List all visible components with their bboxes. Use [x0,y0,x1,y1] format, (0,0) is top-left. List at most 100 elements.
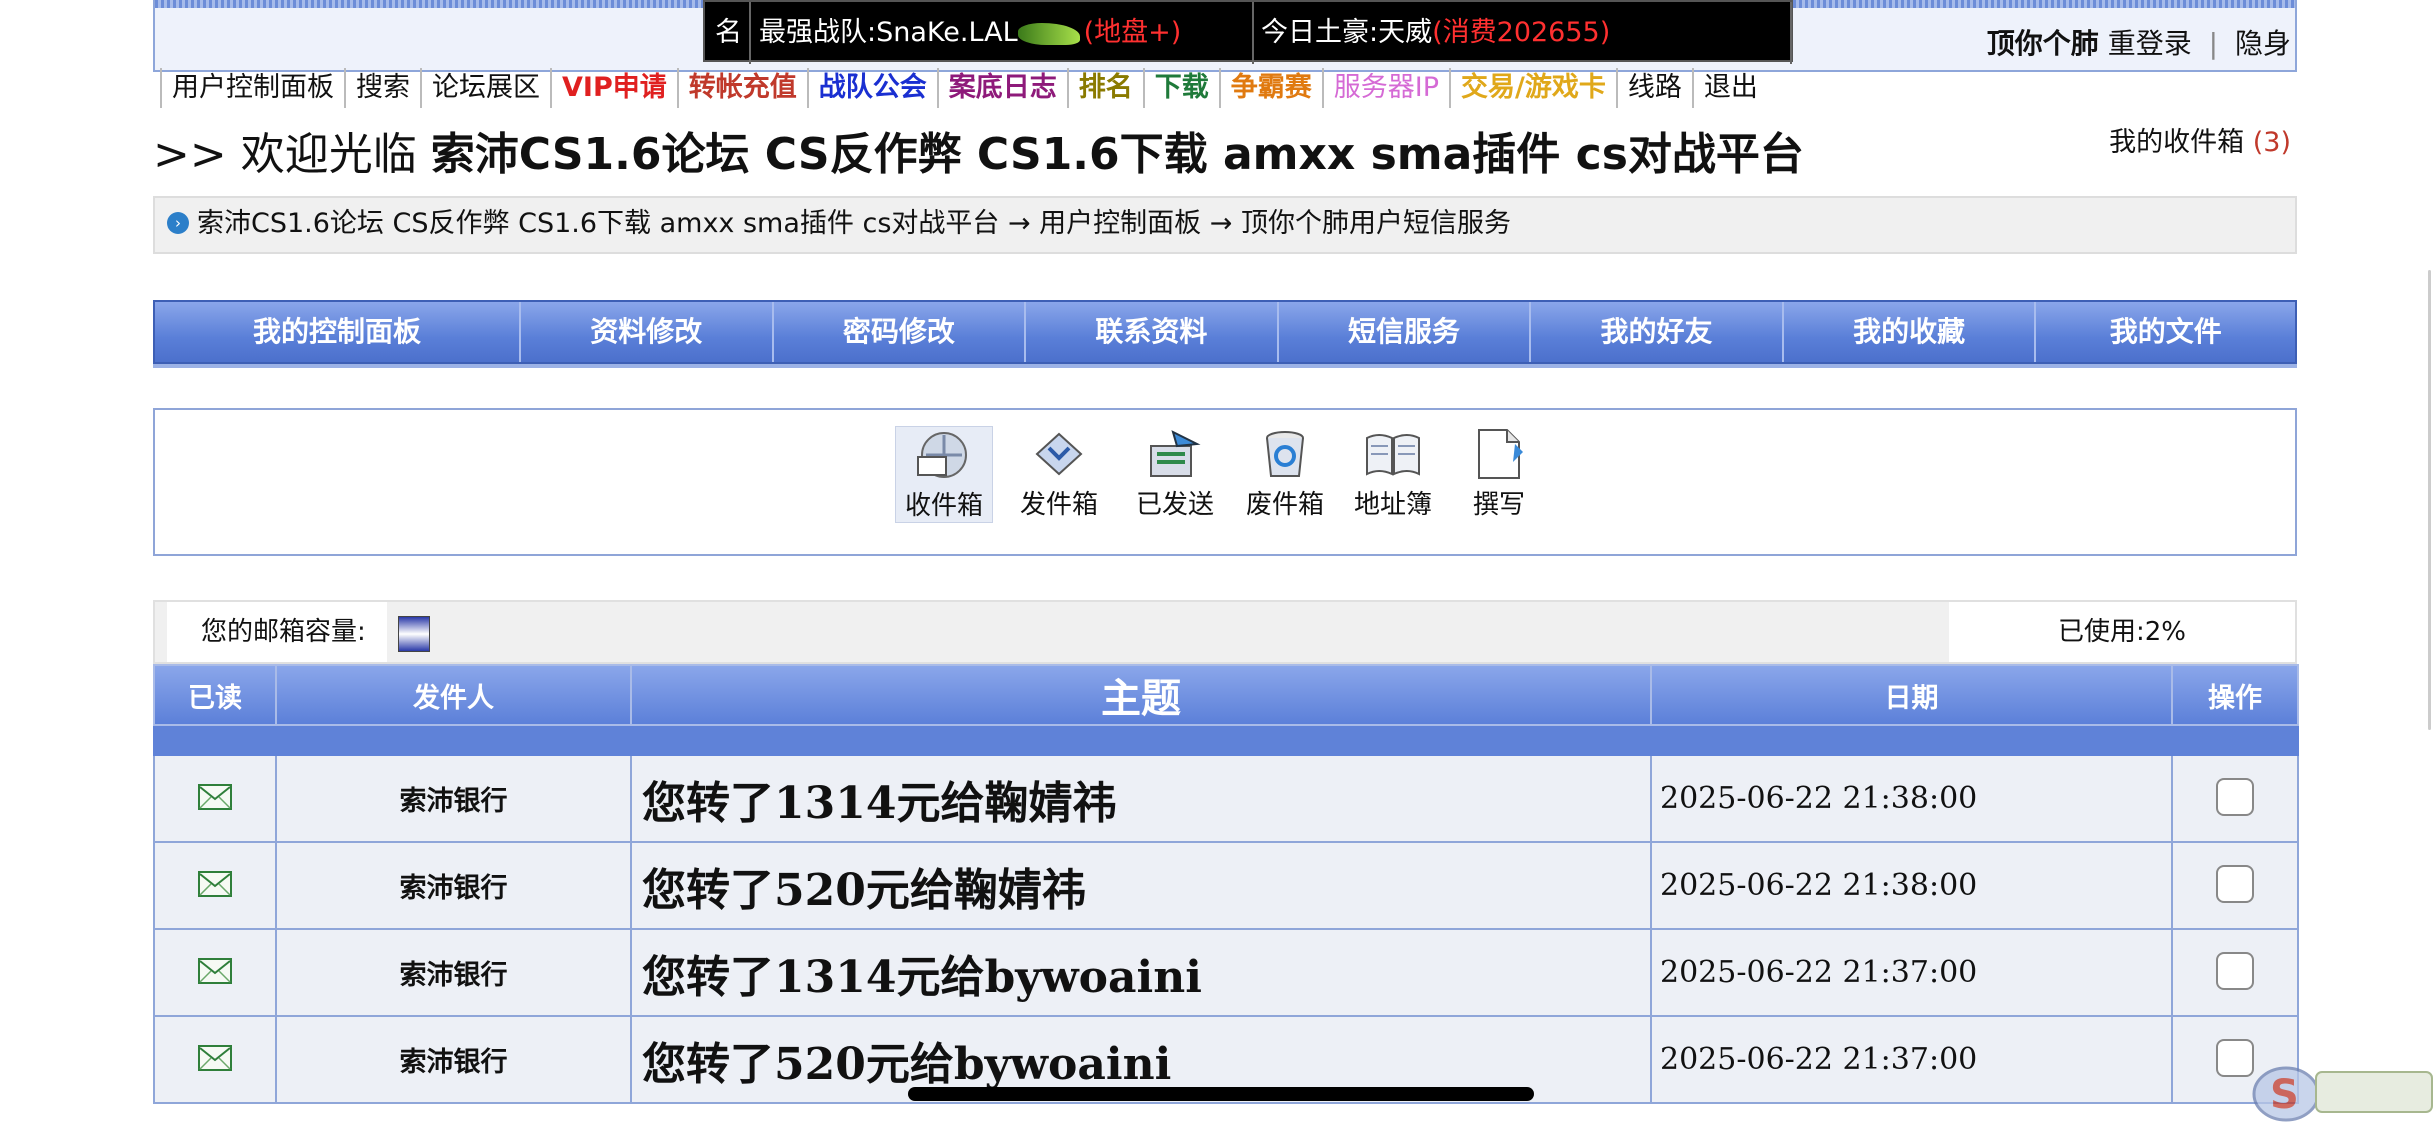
nav-link[interactable]: 搜索 [344,68,420,108]
news-rich-text: 今日土豪:天威 [1261,17,1433,48]
menu-tab[interactable]: 我的收藏 [1784,302,2037,362]
mail-button[interactable]: 地址簿 [1345,426,1441,521]
scrollbar[interactable] [2428,270,2431,730]
nav-link[interactable]: 下载 [1142,68,1219,108]
select-checkbox[interactable] [2216,951,2254,990]
mail-subject[interactable]: 您转了1314元给鞠婧祎 [630,754,1652,843]
mail-date: 2025-06-22 21:38:00 [1650,841,2173,930]
nav-link[interactable]: 论坛展区 [420,68,550,108]
control-panel-menu: 我的控制面板 资料修改 密码修改 联系资料 短信服务 我的好友 我的收藏 我的文件 [153,300,2297,364]
relogin-link[interactable]: 重登录 [2108,27,2192,60]
mail-date: 2025-06-22 21:37:00 [1650,928,2173,1017]
breadcrumb: › 索沛CS1.6论坛 CS反作弊 CS1.6下载 amxx sma插件 cs对战… [153,196,2297,254]
nav-link[interactable]: 线路 [1615,68,1692,108]
inbox-link-label: 我的收件箱 [2109,127,2245,158]
mail-sender[interactable]: 索沛银行 [275,1015,632,1104]
table-row[interactable]: 索沛银行 您转了1314元给鞠婧祎 2025-06-22 21:38:00 [153,754,2299,843]
read-envelope-icon [198,1044,232,1075]
menu-tab[interactable]: 我的好友 [1531,302,1784,362]
trash-icon [1237,426,1333,482]
menu-tab[interactable]: 我的控制面板 [155,302,521,362]
news-team[interactable]: 最强战队:SnaKe.LAL (地盘+) [759,10,1181,49]
col-read: 已读 [153,664,277,726]
welcome-heading: >> 欢迎光临 索沛CS1.6论坛 CS反作弊 CS1.6下载 amxx sma… [153,118,1804,182]
news-rich[interactable]: 今日土豪:天威(消费202655) [1261,10,1610,49]
table-header: 已读 发件人 主题 日期 操作 [153,664,2299,726]
select-checkbox[interactable] [2216,777,2254,816]
col-date: 日期 [1650,664,2173,726]
breadcrumb-text[interactable]: 索沛CS1.6论坛 CS反作弊 CS1.6下载 amxx sma插件 cs对战平… [197,208,1511,239]
read-status [153,754,277,843]
inbox-icon [896,427,992,483]
mail-sender[interactable]: 索沛银行 [275,841,632,930]
mail-subject[interactable]: 您转了520元给鞠婧祎 [630,841,1652,930]
news-rich-tag: (消费202655) [1432,17,1611,48]
nav-link[interactable]: 案底日志 [936,68,1067,108]
site-logo-watermark: S [2246,1058,2436,1125]
nav-link[interactable]: VIP申请 [550,68,677,108]
action-cell [2171,754,2299,843]
nav-link[interactable]: 排名 [1066,68,1143,108]
user-links: 顶你个肺 重登录 | 隐身 [1987,22,2291,62]
mail-button-label: 废件箱 [1245,490,1324,520]
nav-link[interactable]: 服务器IP [1321,68,1449,108]
news-label: 名 [715,17,742,48]
inbox-link[interactable]: 我的收件箱 (3) [2109,120,2291,159]
home-indicator[interactable] [908,1087,1534,1101]
mail-button-label: 撰写 [1472,490,1525,520]
menu-tab[interactable]: 资料修改 [521,302,774,362]
mail-button-label: 已发送 [1135,490,1214,520]
mail-button[interactable]: 废件箱 [1237,426,1333,521]
select-checkbox[interactable] [2216,864,2254,903]
mail-button[interactable]: 撰写 [1451,426,1547,521]
menu-tab[interactable]: 短信服务 [1279,302,1532,362]
mail-button-label: 收件箱 [904,491,983,521]
nav-link[interactable]: 争霸赛 [1218,68,1322,108]
nav-link[interactable]: 交易/游戏卡 [1448,68,1616,108]
nav-link[interactable]: 战队公会 [806,68,937,108]
address-book-icon [1345,426,1441,482]
site-name[interactable]: 索沛CS1.6论坛 CS反作弊 CS1.6下载 amxx sma插件 cs对战平… [431,129,1804,180]
mail-button[interactable]: 收件箱 [895,426,993,523]
mail-subject[interactable]: 您转了1314元给bywoaini [630,928,1652,1017]
snake-icon [1017,22,1080,45]
divider: | [2208,27,2219,60]
nav-link[interactable]: 退出 [1691,68,1768,108]
bullet-arrow-icon: › [167,211,189,234]
nav-link[interactable]: 用户控制面板 [160,68,344,108]
table-row[interactable]: 索沛银行 您转了520元给鞠婧祎 2025-06-22 21:38:00 [153,841,2299,930]
mail-button-label: 发件箱 [1019,490,1098,520]
mail-sender[interactable]: 索沛银行 [275,928,632,1017]
col-subject: 主题 [630,664,1652,726]
nav-link[interactable]: 转帐充值 [676,68,807,108]
menu-tab[interactable]: 我的文件 [2036,302,2295,362]
outbox-icon [1011,426,1107,482]
username-link[interactable]: 顶你个肺 [1987,27,2099,60]
mail-toolbar: 收件箱 发件箱 已发送 废件箱 地址簿 撰写 [153,408,2297,556]
table-row[interactable]: 索沛银行 您转了1314元给bywoaini 2025-06-22 21:37:00 [153,928,2299,1017]
divider [1790,2,1792,64]
divider [1252,2,1254,64]
capacity-used: 已使用:2% [1949,602,2295,662]
action-cell [2171,841,2299,930]
inbox-count: (3) [2252,127,2291,158]
mail-table: 已读 发件人 主题 日期 操作 索沛银行 您转了1314元给鞠婧祎 2025-06-… [153,664,2299,1104]
mail-sender[interactable]: 索沛银行 [275,754,632,843]
read-envelope-icon [198,783,232,814]
col-sender: 发件人 [275,664,632,726]
hide-link[interactable]: 隐身 [2235,27,2291,60]
capacity-bar [398,616,430,652]
menu-tab[interactable]: 联系资料 [1026,302,1279,362]
read-envelope-icon [198,870,232,901]
mail-button-label: 地址簿 [1353,490,1432,520]
mail-button[interactable]: 发件箱 [1011,426,1107,521]
action-cell [2171,928,2299,1017]
mail-button[interactable]: 已发送 [1127,426,1223,521]
mail-rows: 索沛银行 您转了1314元给鞠婧祎 2025-06-22 21:38:00 索沛银行您… [153,754,2299,1104]
compose-icon [1451,426,1547,482]
mailbox-capacity: 您的邮箱容量: 已使用:2% [153,600,2297,664]
mail-date: 2025-06-22 21:37:00 [1650,1015,2173,1104]
header-spacer [153,724,2299,756]
news-ticker: 名 最强战队:SnaKe.LAL (地盘+) 今日土豪:天威(消费202655) [703,0,1793,64]
menu-tab[interactable]: 密码修改 [774,302,1027,362]
